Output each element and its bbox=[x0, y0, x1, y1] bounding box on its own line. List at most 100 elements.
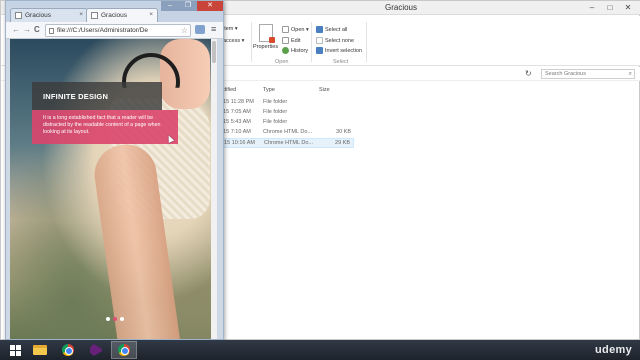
slide-heading: INFINITE DESIGN bbox=[32, 82, 162, 110]
file-row-selected[interactable]: 015 10:16 AM Chrome HTML Do... 29 KB bbox=[216, 138, 354, 148]
invert-selection-button[interactable]: Invert selection bbox=[316, 47, 362, 54]
open-button[interactable]: Open ▾ bbox=[282, 26, 309, 33]
tab-label: Gracious bbox=[25, 12, 52, 19]
select-all-label: Select all bbox=[325, 26, 348, 33]
row-date: 015 7:10 AM bbox=[220, 129, 251, 135]
history-button[interactable]: History bbox=[282, 47, 308, 54]
column-type[interactable]: Type bbox=[263, 87, 275, 93]
edit-label: Edit bbox=[291, 37, 301, 44]
forward-button[interactable]: → bbox=[23, 25, 31, 34]
ribbon-divider bbox=[311, 22, 312, 62]
maximize-button[interactable]: □ bbox=[601, 2, 619, 13]
taskbar bbox=[0, 340, 640, 360]
taskbar-visual-studio[interactable] bbox=[83, 341, 109, 359]
select-none-icon bbox=[316, 37, 323, 44]
tab-close-icon[interactable]: × bbox=[79, 11, 83, 18]
new-item-label: item ▾ bbox=[223, 26, 238, 32]
row-type: File folder bbox=[263, 99, 288, 105]
slider-dot-active[interactable] bbox=[113, 317, 117, 321]
ribbon-divider bbox=[366, 22, 367, 62]
back-button[interactable]: ← bbox=[12, 25, 20, 34]
windows-logo-icon bbox=[9, 344, 21, 356]
address-text: file:///C:/Users/Administrator/De bbox=[57, 27, 149, 34]
browser-toolbar: ← → C file:///C:/Users/Administrator/De … bbox=[6, 22, 223, 39]
search-icon[interactable]: ⌕ bbox=[629, 71, 632, 78]
scrollbar-thumb[interactable] bbox=[212, 41, 216, 63]
new-item-button[interactable]: item ▾ bbox=[223, 26, 238, 32]
file-row[interactable]: 015 11:28 PM File folder bbox=[216, 98, 354, 108]
row-type: File folder bbox=[263, 109, 288, 115]
slider-dot[interactable] bbox=[120, 317, 124, 321]
select-group-label: Select bbox=[333, 59, 349, 65]
tab-gracious-1[interactable]: Gracious × bbox=[10, 8, 88, 22]
open-label: Open ▾ bbox=[291, 26, 309, 33]
reload-button[interactable]: C bbox=[34, 25, 40, 34]
row-date: 015 5:43 AM bbox=[220, 119, 251, 125]
row-size: 30 KB bbox=[336, 129, 351, 135]
minimize-button[interactable]: – bbox=[583, 2, 601, 13]
select-none-button[interactable]: Select none bbox=[316, 37, 354, 44]
properties-label: Properties bbox=[253, 44, 279, 50]
explorer-window-controls: – □ ✕ bbox=[583, 2, 637, 13]
chrome-window-controls: – ❐ ✕ bbox=[161, 1, 223, 11]
row-date: 015 10:16 AM bbox=[221, 140, 255, 146]
restore-button[interactable]: ❐ bbox=[179, 1, 197, 11]
row-type: Chrome HTML Do... bbox=[264, 140, 314, 146]
select-none-label: Select none bbox=[325, 37, 355, 44]
row-date: 015 11:28 PM bbox=[220, 99, 254, 105]
start-button[interactable] bbox=[2, 341, 28, 359]
chrome-icon bbox=[62, 344, 74, 356]
edit-icon bbox=[282, 37, 289, 44]
chrome-menu-icon[interactable]: ≡ bbox=[211, 24, 216, 34]
file-row[interactable]: 015 5:43 AM File folder bbox=[216, 118, 354, 128]
close-button[interactable]: ✕ bbox=[197, 1, 223, 11]
bookmark-star-icon[interactable]: ☆ bbox=[181, 26, 188, 35]
minimize-button[interactable]: – bbox=[161, 1, 179, 11]
taskbar-file-explorer[interactable] bbox=[27, 341, 53, 359]
open-icon bbox=[282, 26, 289, 33]
tab-gracious-2[interactable]: Gracious × bbox=[86, 8, 158, 22]
select-all-icon bbox=[316, 26, 323, 33]
open-group-label: Open bbox=[275, 59, 289, 65]
search-placeholder: Search Gracious bbox=[545, 71, 586, 77]
invert-selection-icon bbox=[316, 47, 323, 54]
history-label: History bbox=[291, 47, 309, 54]
search-input[interactable]: Search Gracious ⌕ bbox=[541, 69, 635, 79]
page-viewport[interactable]: INFINITE DESIGN It is a long established… bbox=[10, 39, 217, 339]
properties-button[interactable]: Properties bbox=[253, 44, 278, 50]
visual-studio-icon bbox=[90, 344, 102, 356]
edit-button[interactable]: Edit bbox=[282, 37, 300, 44]
tab-close-icon[interactable]: × bbox=[149, 11, 153, 18]
address-bar[interactable]: file:///C:/Users/Administrator/De ☆ bbox=[45, 24, 191, 37]
select-all-button[interactable]: Select all bbox=[316, 26, 347, 33]
row-type: Chrome HTML Do... bbox=[263, 129, 313, 135]
slider-dot[interactable] bbox=[106, 317, 110, 321]
slide-caption: It is a long established fact that a rea… bbox=[32, 110, 178, 144]
invert-selection-label: Invert selection bbox=[325, 47, 362, 54]
udemy-watermark: udemy bbox=[595, 344, 632, 356]
file-row[interactable]: 015 7:05 AM File folder bbox=[216, 108, 354, 118]
page-icon bbox=[49, 28, 54, 34]
taskbar-chrome[interactable] bbox=[55, 341, 81, 359]
chrome-icon bbox=[118, 344, 130, 356]
close-button[interactable]: ✕ bbox=[619, 2, 637, 13]
easy-access-button[interactable]: access ▾ bbox=[223, 38, 244, 44]
file-row[interactable]: 015 7:10 AM Chrome HTML Do... 30 KB bbox=[216, 128, 354, 138]
page-icon bbox=[15, 12, 22, 19]
row-date: 015 7:05 AM bbox=[220, 109, 251, 115]
ribbon-divider bbox=[251, 22, 252, 62]
history-icon bbox=[282, 47, 289, 54]
folder-icon bbox=[33, 345, 47, 355]
easy-access-label: access ▾ bbox=[223, 38, 245, 44]
explorer-title: Gracious bbox=[384, 3, 417, 12]
page-scrollbar[interactable] bbox=[211, 39, 217, 339]
tab-label: Gracious bbox=[101, 12, 128, 19]
slider-pagination bbox=[106, 317, 124, 321]
refresh-icon[interactable]: ↻ bbox=[525, 69, 532, 78]
extension-camera-icon[interactable] bbox=[195, 25, 205, 34]
column-size[interactable]: Size bbox=[319, 87, 330, 93]
desktop: Gracious – □ ✕ ? item ▾ access ▾ Propert… bbox=[0, 0, 640, 360]
taskbar-chrome-active[interactable] bbox=[111, 341, 137, 359]
properties-icon[interactable] bbox=[259, 24, 275, 43]
page-icon bbox=[91, 12, 98, 19]
